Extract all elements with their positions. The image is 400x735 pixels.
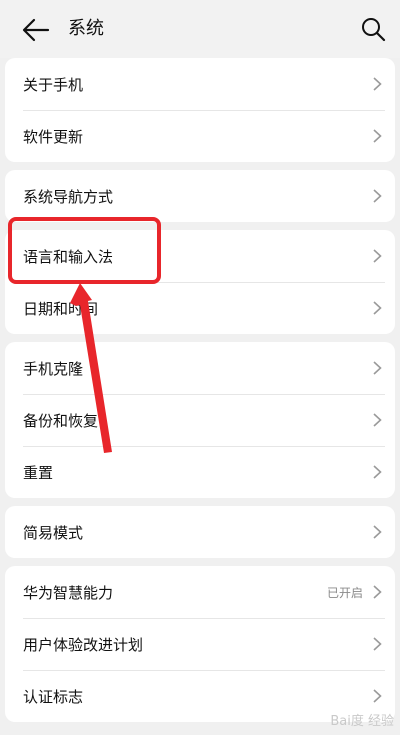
settings-row-huawei-smart[interactable]: 华为智慧能力 已开启 xyxy=(5,566,395,618)
settings-row-label: 备份和恢复 xyxy=(23,411,99,430)
settings-row-label: 语言和输入法 xyxy=(23,247,114,266)
chevron-right-icon xyxy=(373,301,382,315)
settings-row-about-phone[interactable]: 关于手机 xyxy=(5,58,395,110)
app-header: 系统 xyxy=(0,0,400,58)
chevron-right-icon xyxy=(373,689,382,703)
settings-row-label: 华为智慧能力 xyxy=(23,583,114,602)
status-text: 已开启 xyxy=(326,585,363,600)
settings-group-navigation: 系统导航方式 xyxy=(5,170,395,222)
settings-group-backup: 手机克隆 备份和恢复 重置 xyxy=(5,342,395,498)
page-title: 系统 xyxy=(68,18,104,39)
settings-row-backup-restore[interactable]: 备份和恢复 xyxy=(5,394,395,446)
chevron-right-icon xyxy=(373,189,382,203)
settings-row-label: 重置 xyxy=(23,463,54,482)
settings-row-language-input[interactable]: 语言和输入法 xyxy=(5,230,395,282)
settings-group-device: 关于手机 软件更新 xyxy=(5,58,395,162)
chevron-right-icon xyxy=(373,585,382,599)
settings-row-navigation-mode[interactable]: 系统导航方式 xyxy=(5,170,395,222)
settings-row-label: 手机克隆 xyxy=(23,359,84,378)
settings-row-label: 用户体验改进计划 xyxy=(23,635,144,654)
settings-row-simple-mode[interactable]: 简易模式 xyxy=(5,506,395,558)
settings-row-phone-clone[interactable]: 手机克隆 xyxy=(5,342,395,394)
settings-row-label: 系统导航方式 xyxy=(23,187,114,206)
search-icon[interactable] xyxy=(360,16,386,42)
settings-row-label: 关于手机 xyxy=(23,75,84,94)
arrow-left-icon[interactable] xyxy=(22,17,50,43)
chevron-right-icon xyxy=(373,249,382,263)
settings-row-reset[interactable]: 重置 xyxy=(5,446,395,498)
settings-row-label: 简易模式 xyxy=(23,523,84,542)
settings-group-simple-mode: 简易模式 xyxy=(5,506,395,558)
chevron-right-icon xyxy=(373,637,382,651)
settings-row-date-time[interactable]: 日期和时间 xyxy=(5,282,395,334)
chevron-right-icon xyxy=(373,129,382,143)
watermark: Bai度 经验 xyxy=(330,714,394,729)
settings-row-user-experience[interactable]: 用户体验改进计划 xyxy=(5,618,395,670)
settings-row-software-update[interactable]: 软件更新 xyxy=(5,110,395,162)
chevron-right-icon xyxy=(373,525,382,539)
settings-group-smart: 华为智慧能力 已开启 用户体验改进计划 认证标志 xyxy=(5,566,395,722)
chevron-right-icon xyxy=(373,361,382,375)
settings-row-label: 认证标志 xyxy=(23,687,84,706)
settings-row-label: 软件更新 xyxy=(23,127,84,146)
settings-row-label: 日期和时间 xyxy=(23,299,99,318)
chevron-right-icon xyxy=(373,465,382,479)
settings-group-language-time: 语言和输入法 日期和时间 xyxy=(5,230,395,334)
chevron-right-icon xyxy=(373,77,382,91)
chevron-right-icon xyxy=(373,413,382,427)
